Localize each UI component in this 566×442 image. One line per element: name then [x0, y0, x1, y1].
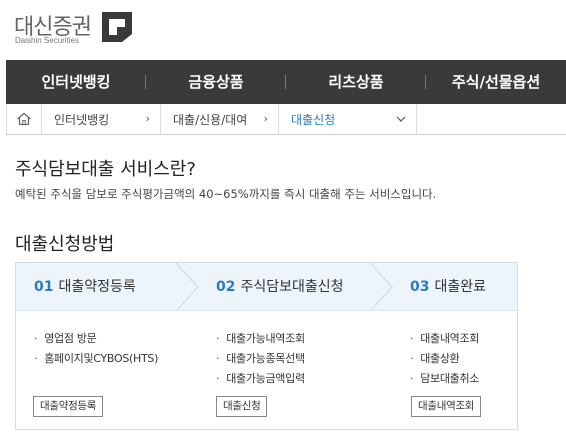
service-title: 주식담보대출 서비스란? [15, 159, 196, 180]
list-item: 대출가능금액입력 [216, 369, 305, 389]
breadcrumb-level1-label: 인터넷뱅킹 [54, 112, 110, 127]
breadcrumb-level2-label: 대출/신용/대여 [173, 112, 248, 127]
breadcrumb-level1[interactable]: 인터넷뱅킹 › [42, 104, 161, 134]
gnb-financial-products[interactable]: 금융상품 [146, 60, 286, 104]
service-description: 예탁된 주식을 담보로 주식평가금액의 40~65%까지를 즉시 대출해 주는 … [15, 187, 437, 201]
logo-mark-icon [102, 12, 132, 42]
step-arrow-icon [369, 263, 393, 311]
breadcrumb-level3-label: 대출신청 [291, 112, 336, 127]
breadcrumb-home[interactable] [6, 104, 42, 134]
list-item: 담보대출취소 [410, 369, 479, 389]
list-item: 홈페이지및CYBOS(HTS) [34, 349, 158, 369]
loan-history-button[interactable]: 대출내역조회 [411, 396, 482, 417]
global-nav: 인터넷뱅킹 금융상품 리츠상품 주식/선물옵션 [6, 60, 566, 104]
loan-apply-button[interactable]: 대출신청 [216, 396, 268, 417]
breadcrumb-level3-dropdown[interactable]: 대출신청 [279, 104, 417, 134]
steps-header: 01 대출약정등록 02 주식담보대출신청 03 대출완료 [16, 263, 517, 311]
step2-label: 주식담보대출신청 [240, 279, 344, 295]
loan-agreement-button[interactable]: 대출약정등록 [33, 396, 104, 417]
step1-title: 01 대출약정등록 [34, 263, 136, 311]
list-item: 대출가능종목선택 [216, 349, 305, 369]
step-arrow-icon [175, 263, 199, 311]
step1-label: 대출약정등록 [58, 279, 136, 295]
list-item: 대출내역조회 [410, 329, 479, 349]
breadcrumb-level2[interactable]: 대출/신용/대여 › [161, 104, 279, 134]
daishin-logo[interactable]: 대신증권 Daishin Securities [14, 9, 134, 49]
home-icon [17, 112, 31, 126]
breadcrumb: 인터넷뱅킹 › 대출/신용/대여 › 대출신청 [6, 104, 566, 135]
step3-number: 03 [410, 279, 430, 295]
step1-list: 영업점 방문 홈페이지및CYBOS(HTS) [34, 329, 158, 369]
chevron-right-icon: › [145, 112, 150, 125]
logo-subtitle: Daishin Securities [15, 36, 80, 45]
step2-number: 02 [216, 279, 236, 295]
step3-list: 대출내역조회 대출상환 담보대출취소 [410, 329, 479, 389]
step1-number: 01 [34, 279, 54, 295]
chevron-right-icon: › [263, 112, 268, 125]
chevron-down-icon [396, 116, 406, 122]
list-item: 대출가능내역조회 [216, 329, 305, 349]
step2-list: 대출가능내역조회 대출가능종목선택 대출가능금액입력 [216, 329, 305, 389]
step3-label: 대출완료 [434, 279, 487, 295]
gnb-reits-products[interactable]: 리츠상품 [286, 60, 426, 104]
list-item: 영업점 방문 [34, 329, 158, 349]
step2-title: 02 주식담보대출신청 [216, 263, 344, 311]
list-item: 대출상환 [410, 349, 479, 369]
process-title: 대출신청방법 [15, 234, 115, 255]
gnb-stock-futures-options[interactable]: 주식/선물옵션 [426, 60, 566, 104]
loan-steps-panel: 01대출약정등록 02주식담보대출신청 03대출완료 영업점 방문 홈페이지및C… [15, 262, 518, 430]
gnb-internet-banking[interactable]: 인터넷뱅킹 [6, 60, 146, 104]
step3-title: 03 대출완료 [410, 263, 486, 311]
